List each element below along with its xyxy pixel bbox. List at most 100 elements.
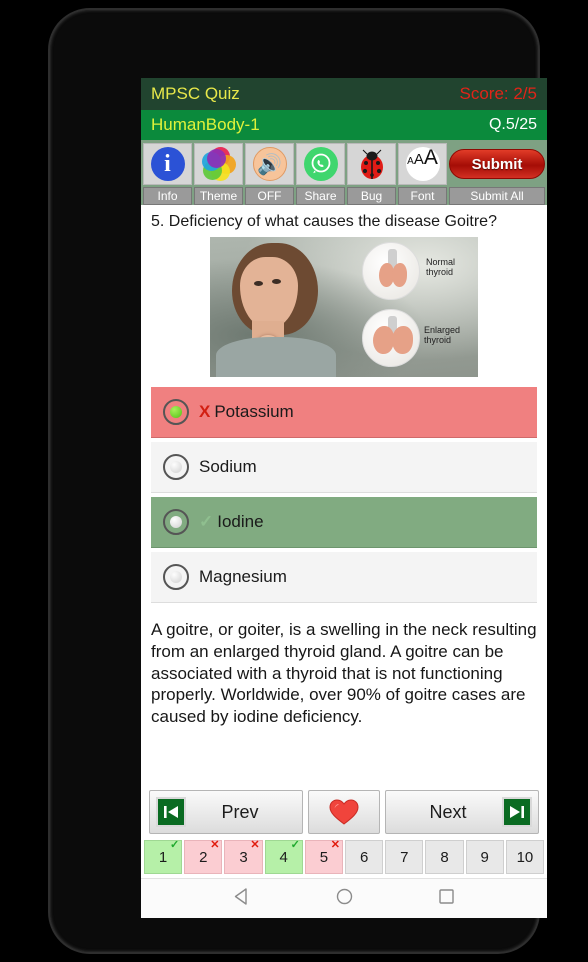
radio-dot [170,571,182,583]
question-cell-number: 10 [516,848,534,866]
option-label-iodine: Iodine [217,512,264,531]
font-size-button[interactable]: AAA [398,143,447,185]
question-cell-number: 1 [158,848,168,866]
image-woman-eye-right [272,279,281,284]
question-cell-9[interactable]: 9 [465,840,504,874]
option-label-sodium: Sodium [199,457,257,476]
question-cell-10[interactable]: 10 [505,840,545,874]
question-cell-3[interactable]: ✕ 3 [224,839,263,874]
radio-iodine[interactable] [163,509,189,535]
image-woman-eye-left [254,281,263,286]
sound-toggle-button[interactable]: 🔊 [245,143,294,185]
whatsapp-share-icon [303,147,338,181]
prev-button[interactable]: Prev [149,790,303,834]
question-cell-badge: ✕ [210,839,220,851]
next-button-label: Next [429,801,467,822]
question-cell-number: 5 [319,848,329,866]
info-icon: i [150,147,185,181]
question-cell-number: 6 [359,848,369,866]
radio-magnesium[interactable] [163,564,189,590]
toolbar-label-bug[interactable]: Bug [347,187,396,205]
radio-sodium[interactable] [163,454,189,480]
question-cell-6[interactable]: 6 [345,840,384,874]
font-icon-medium-a: A [413,151,424,168]
prev-button-label: Prev [221,801,259,822]
bug-report-button[interactable] [347,143,396,185]
option-row-iodine[interactable]: ✓ Iodine [151,497,537,548]
toolbar-label-info[interactable]: Info [143,187,192,205]
image-enlarged-lobe-right [392,326,413,354]
next-button[interactable]: Next [385,790,539,834]
question-cell-badge: ✓ [169,839,180,851]
radio-dot [170,406,182,418]
option-row-potassium[interactable]: X Potassium [151,387,537,438]
image-label-enlarged-thyroid: Enlarged thyroid [424,325,461,346]
submit-all-button[interactable]: Submit [449,143,545,185]
option-correct-mark: ✓ [199,512,214,531]
image-label-normal-thyroid: Normal thyroid [426,257,456,278]
image-enlarged-thyroid-circle [362,309,420,367]
speaker-off-icon: 🔊 [252,147,287,181]
option-label-potassium: Potassium [214,402,294,421]
option-wrong-mark: X [199,402,211,421]
score-display: Score: 2/5 [459,84,538,103]
question-cell-4[interactable]: ✓ 4 [264,839,303,874]
share-button[interactable] [296,143,345,185]
question-text: 5. Deficiency of what causes the disease… [151,213,497,230]
theme-button[interactable] [194,143,243,185]
image-enlarged-lobe-left [373,326,394,354]
toolbar-label-off[interactable]: OFF [245,187,294,205]
question-cell-badge: ✕ [250,839,260,851]
question-cell-badge: ✕ [330,839,341,851]
image-thyroid-lobe-right [392,263,407,287]
question-content-area: 5. Deficiency of what causes the disease… [141,205,547,786]
radio-potassium[interactable] [163,399,189,425]
toolbar-label-row: Info Theme OFF Share Bug Font Submit All [143,187,545,205]
question-cell-badge: ✓ [290,839,300,851]
app-title-bar: MPSC Quiz Score: 2/5 [141,78,547,110]
home-circle-icon[interactable] [335,887,354,911]
question-counter: Q.5/25 [488,116,537,133]
back-triangle-icon[interactable] [233,887,252,911]
question-cell-1[interactable]: ✓ 1 [144,839,183,874]
question-cell-number: 2 [199,848,208,866]
bug-report-icon [355,147,389,181]
question-cell-2[interactable]: ✕ 2 [184,839,223,874]
question-cell-number: 3 [239,848,248,866]
question-cell-number: 8 [440,848,449,866]
font-size-icon: AAA [405,146,440,181]
toolbar-label-font[interactable]: Font [398,187,447,205]
theme-palette-icon [201,147,236,181]
question-cell-5[interactable]: ✕ 5 [304,839,344,874]
image-woman-shoulders [216,337,336,377]
image-normal-thyroid-circle [362,242,420,300]
favorite-button[interactable] [308,790,380,834]
toolbar-icon-row: i 🔊 A A A Submit [143,143,545,185]
skip-next-icon [502,797,532,827]
question-number-strip: ✓ 1 ✕ 2 ✕ 3 ✓ 4 ✕ 5 6 7 8 9 10 [141,838,547,878]
answer-options: X Potassium Sodium ✓ Iodine Magnesium [151,387,537,607]
question-cell-7[interactable]: 7 [385,840,424,874]
device-frame: MPSC Quiz Score: 2/5 HumanBody-1 Q.5/25 … [48,8,547,954]
app-title: MPSC Quiz [151,84,240,103]
submit-button-label[interactable]: Submit [449,149,545,179]
navigation-buttons: Prev Next [141,786,547,838]
skip-previous-icon [156,797,186,827]
font-icon-large-a: A [423,146,438,169]
option-row-magnesium[interactable]: Magnesium [151,552,537,603]
question-cell-number: 7 [400,848,409,866]
android-navigation-bar [141,878,547,918]
topic-name: HumanBody-1 [151,115,260,134]
toolbar-label-theme[interactable]: Theme [194,187,243,205]
option-row-sodium[interactable]: Sodium [151,442,537,493]
toolbar-label-submit-all[interactable]: Submit All [449,187,545,205]
question-cell-number: 9 [480,848,489,866]
topic-bar: HumanBody-1 Q.5/25 [141,110,547,140]
question-cell-8[interactable]: 8 [425,840,464,874]
question-cell-number: 4 [279,848,288,866]
radio-dot [170,516,182,528]
toolbar-label-share[interactable]: Share [296,187,345,205]
explanation-text: A goitre, or goiter, is a swelling in th… [151,620,537,726]
info-button[interactable]: i [143,143,192,185]
recents-square-icon[interactable] [437,887,456,911]
